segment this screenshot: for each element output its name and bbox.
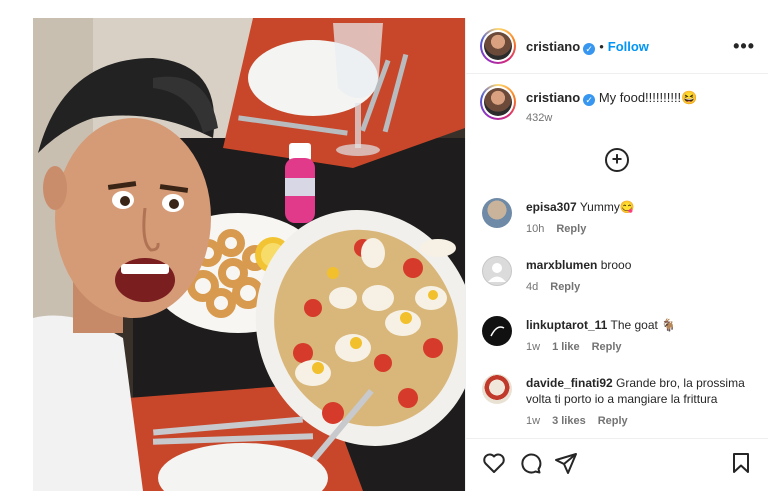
comment-meta: 1w 3 likes Reply bbox=[526, 413, 761, 429]
verified-badge-icon: ✓ bbox=[583, 94, 596, 106]
comment-likes[interactable]: 3 likes bbox=[552, 415, 586, 427]
commenter-avatar[interactable] bbox=[482, 198, 512, 228]
avatar-border bbox=[482, 86, 514, 118]
comment-line: davide_finati92 Grande bro, la prossima … bbox=[526, 375, 761, 407]
comment-time[interactable]: 10h bbox=[526, 223, 544, 235]
comment-username[interactable]: davide_finati92 bbox=[526, 376, 613, 390]
commenter-logo-icon bbox=[490, 326, 505, 337]
commenter-avatar[interactable] bbox=[482, 256, 512, 286]
comment-body: marxblumen brooo 4d Reply bbox=[526, 257, 761, 295]
post-side-panel: cristiano ✓ • Follow ••• cristiano ✓ My food… bbox=[465, 18, 768, 491]
default-avatar-icon bbox=[488, 263, 506, 282]
comment-username[interactable]: linkuptarot_11 bbox=[526, 318, 607, 332]
comment-icon bbox=[521, 453, 542, 474]
share-icon bbox=[555, 453, 577, 474]
separator-dot: • bbox=[599, 39, 604, 54]
save-button[interactable] bbox=[729, 451, 753, 475]
like-button[interactable] bbox=[482, 451, 506, 475]
comment-line: episa307 Yummy😋 bbox=[526, 199, 761, 215]
caption-avatar[interactable] bbox=[480, 84, 516, 120]
comment-text: The goat 🐐 bbox=[610, 318, 677, 332]
more-options-icon[interactable]: ••• bbox=[733, 36, 755, 57]
reply-button[interactable]: Reply bbox=[550, 281, 580, 293]
heart-icon bbox=[483, 453, 505, 473]
post-actions-bar bbox=[466, 438, 768, 491]
view-more-comments-icon[interactable]: + bbox=[605, 148, 629, 172]
bookmark-icon bbox=[733, 453, 749, 473]
commenter-avatar[interactable] bbox=[482, 374, 512, 404]
caption-time[interactable]: 432w bbox=[526, 112, 761, 124]
avatar-border bbox=[482, 30, 514, 62]
avatar-image bbox=[484, 32, 512, 60]
comment-time[interactable]: 4d bbox=[526, 281, 538, 293]
caption-body: cristiano ✓ My food!!!!!!!!!!😆 432w bbox=[526, 90, 761, 124]
comment-username[interactable]: episa307 bbox=[526, 200, 577, 214]
comment-time[interactable]: 1w bbox=[526, 341, 540, 353]
commenter-avatar[interactable] bbox=[482, 316, 512, 346]
comment-text: Yummy😋 bbox=[579, 200, 635, 214]
author-avatar[interactable] bbox=[480, 28, 516, 64]
author-username[interactable]: cristiano bbox=[526, 39, 580, 54]
comment-body: linkuptarot_11 The goat 🐐 1w 1 like Reply bbox=[526, 317, 761, 355]
comment-line: marxblumen brooo bbox=[526, 257, 761, 273]
comment-likes[interactable]: 1 like bbox=[552, 341, 580, 353]
comment-time[interactable]: 1w bbox=[526, 415, 540, 427]
reply-button[interactable]: Reply bbox=[556, 223, 586, 235]
comment-meta: 10h Reply bbox=[526, 221, 761, 237]
comment-button[interactable] bbox=[518, 451, 542, 475]
caption-text: My food!!!!!!!!!!😆 bbox=[598, 90, 698, 105]
avatar-image bbox=[484, 88, 512, 116]
comment-username[interactable]: marxblumen bbox=[526, 258, 597, 272]
verified-badge-icon: ✓ bbox=[583, 43, 596, 55]
header-user-line: cristiano ✓ • Follow bbox=[526, 38, 649, 56]
comment-line: linkuptarot_11 The goat 🐐 bbox=[526, 317, 761, 333]
comment-meta: 4d Reply bbox=[526, 279, 761, 295]
instagram-post: cristiano ✓ • Follow ••• cristiano ✓ My food… bbox=[33, 18, 768, 491]
comment-meta: 1w 1 like Reply bbox=[526, 339, 761, 355]
post-photo[interactable] bbox=[33, 18, 465, 491]
post-header: cristiano ✓ • Follow ••• bbox=[466, 18, 768, 74]
comment-text: brooo bbox=[600, 258, 632, 272]
follow-button[interactable]: Follow bbox=[608, 39, 649, 54]
share-button[interactable] bbox=[554, 451, 578, 475]
caption-username[interactable]: cristiano bbox=[526, 90, 580, 105]
reply-button[interactable]: Reply bbox=[598, 415, 628, 427]
caption-line: cristiano ✓ My food!!!!!!!!!!😆 bbox=[526, 90, 761, 106]
comment-body: episa307 Yummy😋 10h Reply bbox=[526, 199, 761, 237]
post-image-illustration bbox=[33, 18, 465, 491]
comment-body: davide_finati92 Grande bro, la prossima … bbox=[526, 375, 761, 429]
reply-button[interactable]: Reply bbox=[592, 341, 622, 353]
